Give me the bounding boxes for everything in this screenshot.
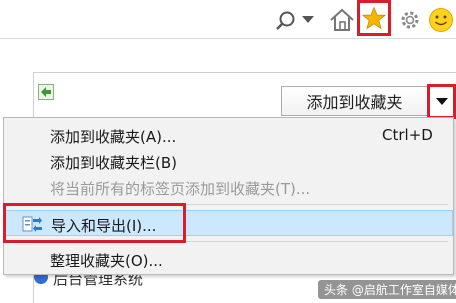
watermark: 头条 @启航工作室自媒体	[318, 280, 456, 299]
import-export-icon	[22, 216, 42, 232]
menu-item-label: 添加到收藏夹栏(B)	[50, 154, 177, 172]
browser-toolbar	[0, 0, 456, 38]
menu-item-add-to-favorites[interactable]: 添加到收藏夹(A)... Ctrl+D	[4, 123, 453, 147]
star-icon	[362, 6, 386, 30]
menu-item-organize-favorites[interactable]: 整理收藏夹(O)...	[4, 247, 453, 271]
chevron-down-icon	[435, 97, 448, 105]
search-icon[interactable]	[275, 10, 297, 32]
menu-item-import-export[interactable]: 导入和导出(I)...	[4, 210, 453, 236]
menu-item-label: 导入和导出(I)...	[51, 217, 157, 235]
toolbar-divider	[0, 38, 456, 39]
favorites-button[interactable]	[357, 0, 391, 36]
favorites-dropdown-menu: 添加到收藏夹(A)... Ctrl+D 添加到收藏夹栏(B) 将当前所有的标签页…	[3, 117, 454, 275]
home-icon[interactable]	[328, 6, 356, 34]
chevron-down-icon[interactable]	[302, 16, 314, 24]
menu-item-label: 将当前所有的标签页添加到收藏夹(T)...	[50, 180, 311, 198]
menu-item-shortcut: Ctrl+D	[382, 126, 433, 144]
add-to-favorites-button[interactable]: 添加到收藏夹	[281, 86, 427, 116]
menu-item-add-to-favorites-bar[interactable]: 添加到收藏夹栏(B)	[4, 149, 453, 173]
menu-item-label: 整理收藏夹(O)...	[50, 252, 163, 270]
pin-arrow-icon[interactable]	[38, 84, 54, 100]
menu-separator	[48, 204, 448, 205]
gear-icon[interactable]	[398, 8, 422, 32]
menu-item-label: 添加到收藏夹(A)...	[50, 128, 177, 146]
add-to-favorites-dropdown-button[interactable]	[427, 84, 456, 119]
smiley-icon[interactable]	[428, 7, 454, 33]
menu-item-add-all-tabs: 将当前所有的标签页添加到收藏夹(T)...	[4, 175, 453, 199]
menu-separator	[48, 241, 448, 242]
add-to-favorites-label: 添加到收藏夹	[306, 93, 403, 112]
